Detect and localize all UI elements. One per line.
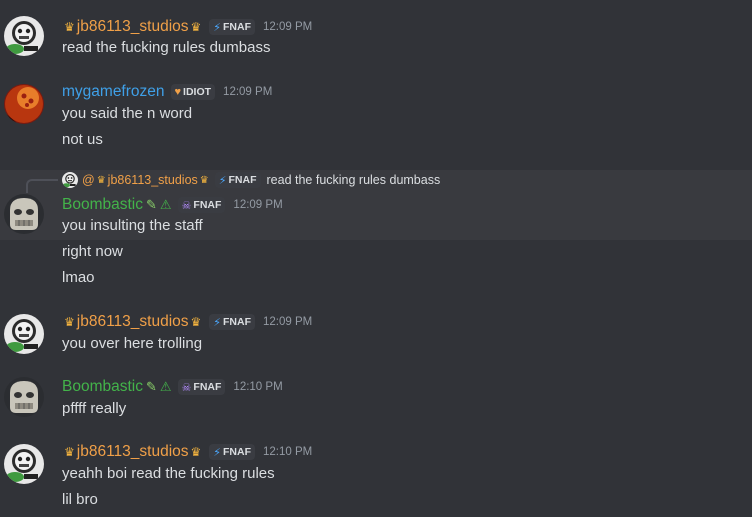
username[interactable]: jb86113_studios	[77, 443, 189, 461]
message-text: lmao	[62, 269, 95, 286]
username[interactable]: jb86113_studios	[77, 313, 189, 331]
message-text: right now	[62, 243, 123, 260]
reply-author[interactable]: jb86113_studios	[108, 173, 198, 187]
username[interactable]: Boombastic	[62, 378, 143, 396]
message-text: lil bro	[62, 491, 98, 508]
heart-icon: ♥	[174, 86, 182, 98]
crown-icon: ♛	[190, 315, 202, 329]
timestamp[interactable]: 12:09 PM	[223, 86, 272, 98]
message-text: you over here trolling	[62, 335, 203, 352]
message-4: ♛ jb86113_studios ♛ ⚡ FNAF 12:09 PM you o…	[0, 310, 752, 358]
crown-icon: ♛	[96, 174, 106, 186]
reply-preview[interactable]: @ ♛ jb86113_studios ♛ ⚡ FNAF read the fuc…	[62, 170, 440, 190]
message-header: ♛ jb86113_studios ♛ ⚡ FNAF 12:10 PM	[62, 441, 312, 463]
lightning-icon: ⚡	[213, 316, 222, 329]
guild-tag-label: FNAF	[193, 381, 222, 393]
message-header: mygamefrozen ♥ IDIOT 12:09 PM	[62, 81, 272, 103]
message-text: yeahh boi read the fucking rules	[62, 465, 275, 482]
username[interactable]: jb86113_studios	[77, 18, 189, 36]
message-header: ♛ jb86113_studios ♛ ⚡ FNAF 12:09 PM	[62, 16, 312, 38]
crown-icon: ♛	[64, 445, 75, 459]
guild-tag-label: FNAF	[223, 446, 252, 458]
guild-tag[interactable]: ♥ IDIOT	[170, 84, 216, 100]
guild-tag[interactable]: ⚡ FNAF	[214, 172, 261, 188]
warning-icon: ⚠	[159, 197, 172, 212]
mention-at: @	[82, 173, 95, 187]
timestamp[interactable]: 12:09 PM	[233, 199, 282, 211]
reply-avatar	[62, 172, 78, 188]
avatar-jb86113[interactable]	[4, 444, 44, 484]
avatar-jb86113[interactable]	[4, 314, 44, 354]
lightning-icon: ⚡	[213, 21, 222, 34]
guild-tag-label: FNAF	[193, 199, 222, 211]
reply-text: read the fucking rules dumbass	[266, 173, 441, 187]
guild-tag[interactable]: ☠ FNAF	[177, 197, 226, 213]
username[interactable]: Boombastic	[62, 196, 143, 214]
syringe-icon: ✎	[145, 379, 157, 394]
timestamp[interactable]: 12:10 PM	[233, 381, 282, 393]
guild-tag-label: FNAF	[223, 21, 252, 33]
timestamp[interactable]: 12:09 PM	[263, 21, 312, 33]
guild-tag[interactable]: ⚡ FNAF	[209, 19, 256, 35]
timestamp[interactable]: 12:10 PM	[263, 446, 312, 458]
reply-spine	[26, 179, 58, 193]
message-3-body: Boombastic ✎ ⚠ ☠ FNAF 12:09 PM you insult…	[0, 192, 752, 292]
timestamp[interactable]: 12:09 PM	[263, 316, 312, 328]
message-2: mygamefrozen ♥ IDIOT 12:09 PM you said th…	[0, 80, 752, 154]
crown-icon: ♛	[190, 445, 202, 459]
avatar-boombastic[interactable]	[4, 377, 44, 417]
crown-icon: ♛	[190, 20, 202, 34]
guild-tag[interactable]: ⚡ FNAF	[209, 314, 256, 330]
lightning-icon: ⚡	[218, 174, 227, 187]
message-text: pffff really	[62, 400, 127, 417]
message-text: not us	[62, 131, 103, 148]
syringe-icon: ✎	[145, 197, 157, 212]
avatar-jb86113[interactable]	[4, 16, 44, 56]
crown-icon: ♛	[199, 174, 209, 186]
message-text: read the fucking rules dumbass	[62, 39, 271, 56]
avatar-boombastic[interactable]	[4, 194, 44, 234]
warning-icon: ⚠	[159, 379, 172, 394]
guild-tag-label: FNAF	[228, 174, 257, 186]
guild-tag[interactable]: ⚡ FNAF	[209, 444, 256, 460]
message-1: ♛ jb86113_studios ♛ ⚡ FNAF 12:09 PM read …	[0, 12, 752, 60]
lightning-icon: ⚡	[213, 446, 222, 459]
avatar-mygamefrozen[interactable]	[4, 84, 44, 124]
guild-tag-label: FNAF	[223, 316, 252, 328]
guild-tag[interactable]: ☠ FNAF	[177, 379, 226, 395]
message-6: ♛ jb86113_studios ♛ ⚡ FNAF 12:10 PM yeahh…	[0, 440, 752, 514]
message-header: ♛ jb86113_studios ♛ ⚡ FNAF 12:09 PM	[62, 311, 312, 333]
skull-icon: ☠	[181, 381, 192, 394]
message-text: you insulting the staff	[62, 217, 203, 234]
crown-icon: ♛	[64, 20, 75, 34]
message-text: you said the n word	[62, 105, 193, 122]
message-5: Boombastic ✎ ⚠ ☠ FNAF 12:10 PM pffff real…	[0, 375, 752, 423]
message-header: Boombastic ✎ ⚠ ☠ FNAF 12:09 PM	[62, 194, 283, 216]
guild-tag-label: IDIOT	[183, 86, 212, 98]
skull-icon: ☠	[181, 199, 192, 212]
crown-icon: ♛	[64, 315, 75, 329]
username[interactable]: mygamefrozen	[62, 83, 165, 101]
message-header: Boombastic ✎ ⚠ ☠ FNAF 12:10 PM	[62, 376, 283, 398]
